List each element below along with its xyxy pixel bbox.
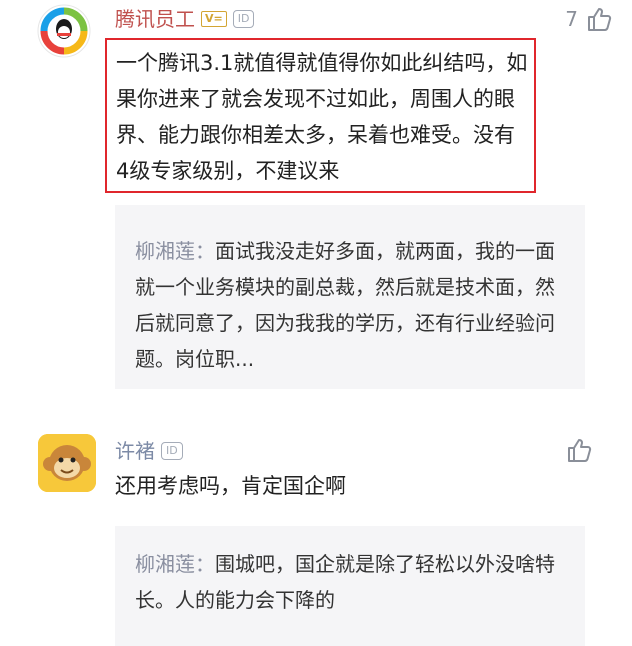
- like-count: 7: [565, 7, 578, 31]
- quote-author[interactable]: 柳湘莲：: [135, 239, 215, 263]
- like-button[interactable]: [566, 437, 592, 463]
- thumbs-up-icon: [588, 8, 612, 31]
- avatar[interactable]: [36, 3, 92, 59]
- avatar[interactable]: [38, 434, 96, 492]
- comment-author[interactable]: 腾讯员工 V= ID: [115, 6, 255, 32]
- highlighted-comment-text: 一个腾讯3.1就值得就值得你如此纠结吗，如果你进来了就会发现不过如此，周围人的眼…: [105, 38, 536, 193]
- author-name[interactable]: 许褚: [115, 438, 155, 464]
- quoted-reply[interactable]: 柳湘莲：面试我没走好多面，就两面，我的一面就一个业务模块的副总裁，然后就是技术面…: [115, 205, 585, 389]
- thumbs-up-icon: [568, 439, 592, 462]
- comment-text: 还用考虑吗，肯定国企啊: [115, 474, 346, 498]
- monkey-avatar: [38, 434, 96, 492]
- id-badge: ID: [232, 10, 255, 28]
- verified-badge: V=: [201, 11, 227, 27]
- tencent-qq-avatar: [37, 4, 91, 58]
- id-badge: ID: [161, 442, 183, 460]
- quoted-reply[interactable]: 柳湘莲：围城吧，国企就是除了轻松以外没啥特长。人的能力会下降的: [115, 526, 585, 646]
- quote-author[interactable]: 柳湘莲：: [135, 552, 215, 576]
- author-name[interactable]: 腾讯员工: [115, 6, 195, 32]
- comment-author[interactable]: 许褚 ID: [115, 438, 183, 464]
- like-button[interactable]: 7: [565, 6, 612, 32]
